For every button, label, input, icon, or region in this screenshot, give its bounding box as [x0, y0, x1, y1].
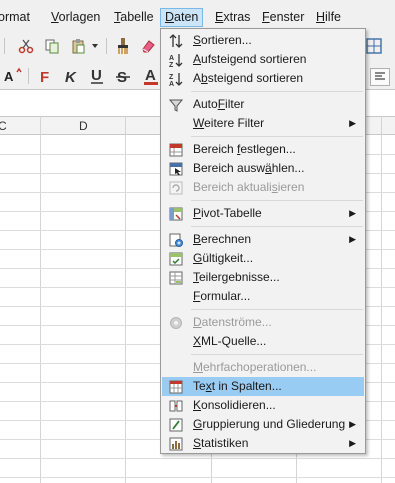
menu-item-absteigend-sortieren[interactable]: ZA Absteigend sortieren — [162, 69, 364, 88]
svg-text:F: F — [40, 69, 49, 84]
submenu-arrow-icon: ▶ — [349, 234, 356, 244]
refresh-range-icon — [168, 180, 183, 195]
menu-item-mehrfachoperationen: Mehrfachoperationen... — [193, 360, 317, 374]
menu-item-bereich-aktualisieren: Bereich aktualisieren — [162, 178, 364, 197]
svg-text:K: K — [65, 69, 77, 84]
menu-item-datenstroeme: Datenströme... — [162, 313, 364, 332]
pivot-table-icon — [168, 206, 183, 221]
sort-icon — [168, 33, 183, 48]
menu-vorlagen[interactable]: Vorlagen — [47, 8, 104, 27]
clear-formatting-icon[interactable] — [138, 36, 158, 56]
svg-text:A: A — [4, 69, 14, 84]
sort-descending-icon: ZA — [168, 71, 183, 86]
define-range-icon — [168, 142, 183, 157]
menu-item-gruppierung-und-gliederung[interactable]: Gruppierung und Gliederung ▶ — [162, 415, 364, 434]
select-range-icon — [168, 161, 183, 176]
menu-vorlagen-rest: orlagen — [58, 10, 101, 24]
menu-separator — [191, 309, 363, 310]
menu-daten[interactable]: Daten — [160, 8, 204, 27]
menu-hilfe[interactable]: Hilfe — [312, 8, 345, 27]
toolbar-separator — [28, 68, 29, 84]
grid-line — [125, 116, 126, 483]
text-to-columns-icon — [168, 379, 183, 394]
menu-item-gueltigkeit[interactable]: Gültigkeit... — [162, 249, 364, 268]
sort-ascending-icon: AZ — [168, 52, 183, 67]
menu-separator — [191, 91, 363, 92]
consolidate-icon — [168, 398, 183, 413]
menu-item-bereich-auswaehlen[interactable]: Bereich auswählen... — [162, 159, 364, 178]
svg-text:Z: Z — [169, 74, 174, 81]
menu-item-autofilter[interactable]: AutoFilter — [162, 95, 364, 114]
submenu-arrow-icon: ▶ — [349, 118, 356, 128]
italic-icon[interactable]: K — [62, 66, 80, 86]
menu-separator — [191, 136, 363, 137]
menu-separator — [191, 354, 363, 355]
svg-text:U: U — [91, 67, 102, 84]
menu-item-berechnen[interactable]: Berechnen ▶ — [162, 230, 364, 249]
statistics-icon — [168, 436, 183, 451]
autofilter-icon — [168, 97, 183, 112]
streams-icon — [168, 315, 183, 330]
strikethrough-icon[interactable]: S — [114, 66, 132, 86]
copy-icon[interactable] — [42, 37, 62, 55]
menu-item-pivot-tabelle[interactable]: Pivot-Tabelle ▶ — [162, 204, 364, 223]
menu-item-statistiken[interactable]: Statistiken ▶ — [162, 434, 364, 453]
column-header-c[interactable]: C — [0, 119, 7, 133]
paste-icon[interactable] — [68, 37, 88, 55]
menu-separator — [191, 200, 363, 201]
group-outline-icon — [168, 417, 183, 432]
paste-dropdown-icon[interactable] — [90, 37, 100, 55]
menu-format[interactable]: ormat — [0, 8, 34, 27]
grid-line — [381, 116, 382, 483]
daten-menu: Sortieren... AZ Aufsteigend sortieren ZA… — [160, 28, 366, 454]
grow-font-icon[interactable]: A — [2, 66, 24, 86]
menu-item-teilergebnisse[interactable]: Teilergebnisse... — [162, 268, 364, 287]
menu-item-konsolidieren[interactable]: Konsolidieren... — [162, 396, 364, 415]
cut-icon[interactable] — [16, 37, 36, 55]
submenu-arrow-icon: ▶ — [349, 438, 356, 448]
svg-text:Z: Z — [169, 62, 174, 67]
menu-item-sortieren[interactable]: Sortieren... — [162, 31, 364, 50]
menu-item-xml-quelle[interactable]: XML-Quelle... — [162, 332, 364, 351]
svg-text:A: A — [145, 67, 156, 84]
svg-text:A: A — [169, 81, 174, 86]
validity-icon — [168, 251, 183, 266]
column-header-d[interactable]: D — [79, 119, 88, 133]
menu-item-text-in-spalten[interactable]: Text in Spalten... — [162, 377, 364, 396]
font-color-icon[interactable]: A — [142, 66, 160, 86]
menu-item-formular[interactable]: Formular... — [162, 287, 364, 306]
clone-formatting-icon[interactable] — [113, 36, 133, 56]
align-left-icon[interactable] — [370, 68, 390, 86]
borders-icon[interactable] — [364, 36, 384, 56]
underline-icon[interactable]: U — [88, 66, 106, 86]
grid-row-line — [0, 458, 395, 459]
menu-fenster[interactable]: Fenster — [258, 8, 308, 27]
grid-line — [40, 116, 41, 483]
toolbar-separator — [106, 38, 107, 54]
bold-icon[interactable]: F — [36, 66, 54, 86]
submenu-arrow-icon: ▶ — [349, 208, 356, 218]
menu-separator — [191, 226, 363, 227]
menu-item-bereich-festlegen[interactable]: Bereich festlegen... — [162, 140, 364, 159]
menu-item-weitere-filter[interactable]: Weitere Filter ▶ — [162, 114, 364, 133]
menu-item-aufsteigend-sortieren[interactable]: AZ Aufsteigend sortieren — [162, 50, 364, 69]
calculate-icon — [168, 232, 183, 247]
svg-text:A: A — [169, 55, 174, 62]
grid-row-line — [0, 477, 395, 478]
toolbar-separator — [4, 38, 5, 54]
menu-tabelle[interactable]: Tabelle — [110, 8, 158, 27]
menu-extras[interactable]: Extras — [211, 8, 254, 27]
submenu-arrow-icon: ▶ — [349, 419, 356, 429]
subtotals-icon — [168, 270, 183, 285]
